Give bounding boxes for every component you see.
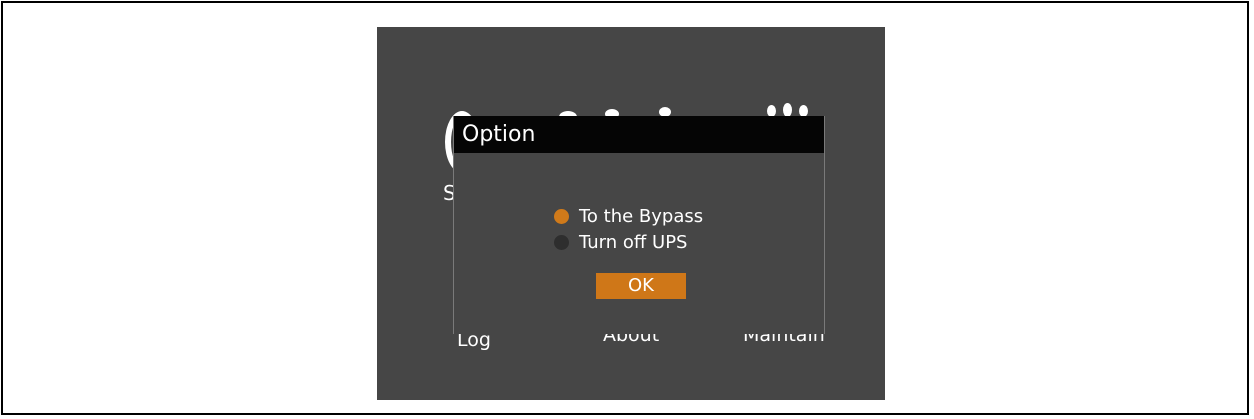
option-to-the-bypass[interactable]: To the Bypass <box>554 204 703 228</box>
option-label: Turn off UPS <box>579 231 688 253</box>
background-icon-fragment <box>783 103 792 117</box>
ups-display-screen: S Log About Maintain Option To the Bypas… <box>377 27 885 400</box>
option-label: To the Bypass <box>579 205 704 227</box>
ok-button[interactable]: OK <box>596 273 686 299</box>
figure-frame: S Log About Maintain Option To the Bypas… <box>1 1 1249 415</box>
radio-selected-icon[interactable] <box>554 208 569 224</box>
radio-unselected-icon[interactable] <box>554 234 569 250</box>
dialog-title: Option <box>454 116 824 153</box>
option-turn-off-ups[interactable]: Turn off UPS <box>554 230 687 254</box>
option-dialog: Option To the Bypass Turn off UPS OK <box>453 116 825 334</box>
